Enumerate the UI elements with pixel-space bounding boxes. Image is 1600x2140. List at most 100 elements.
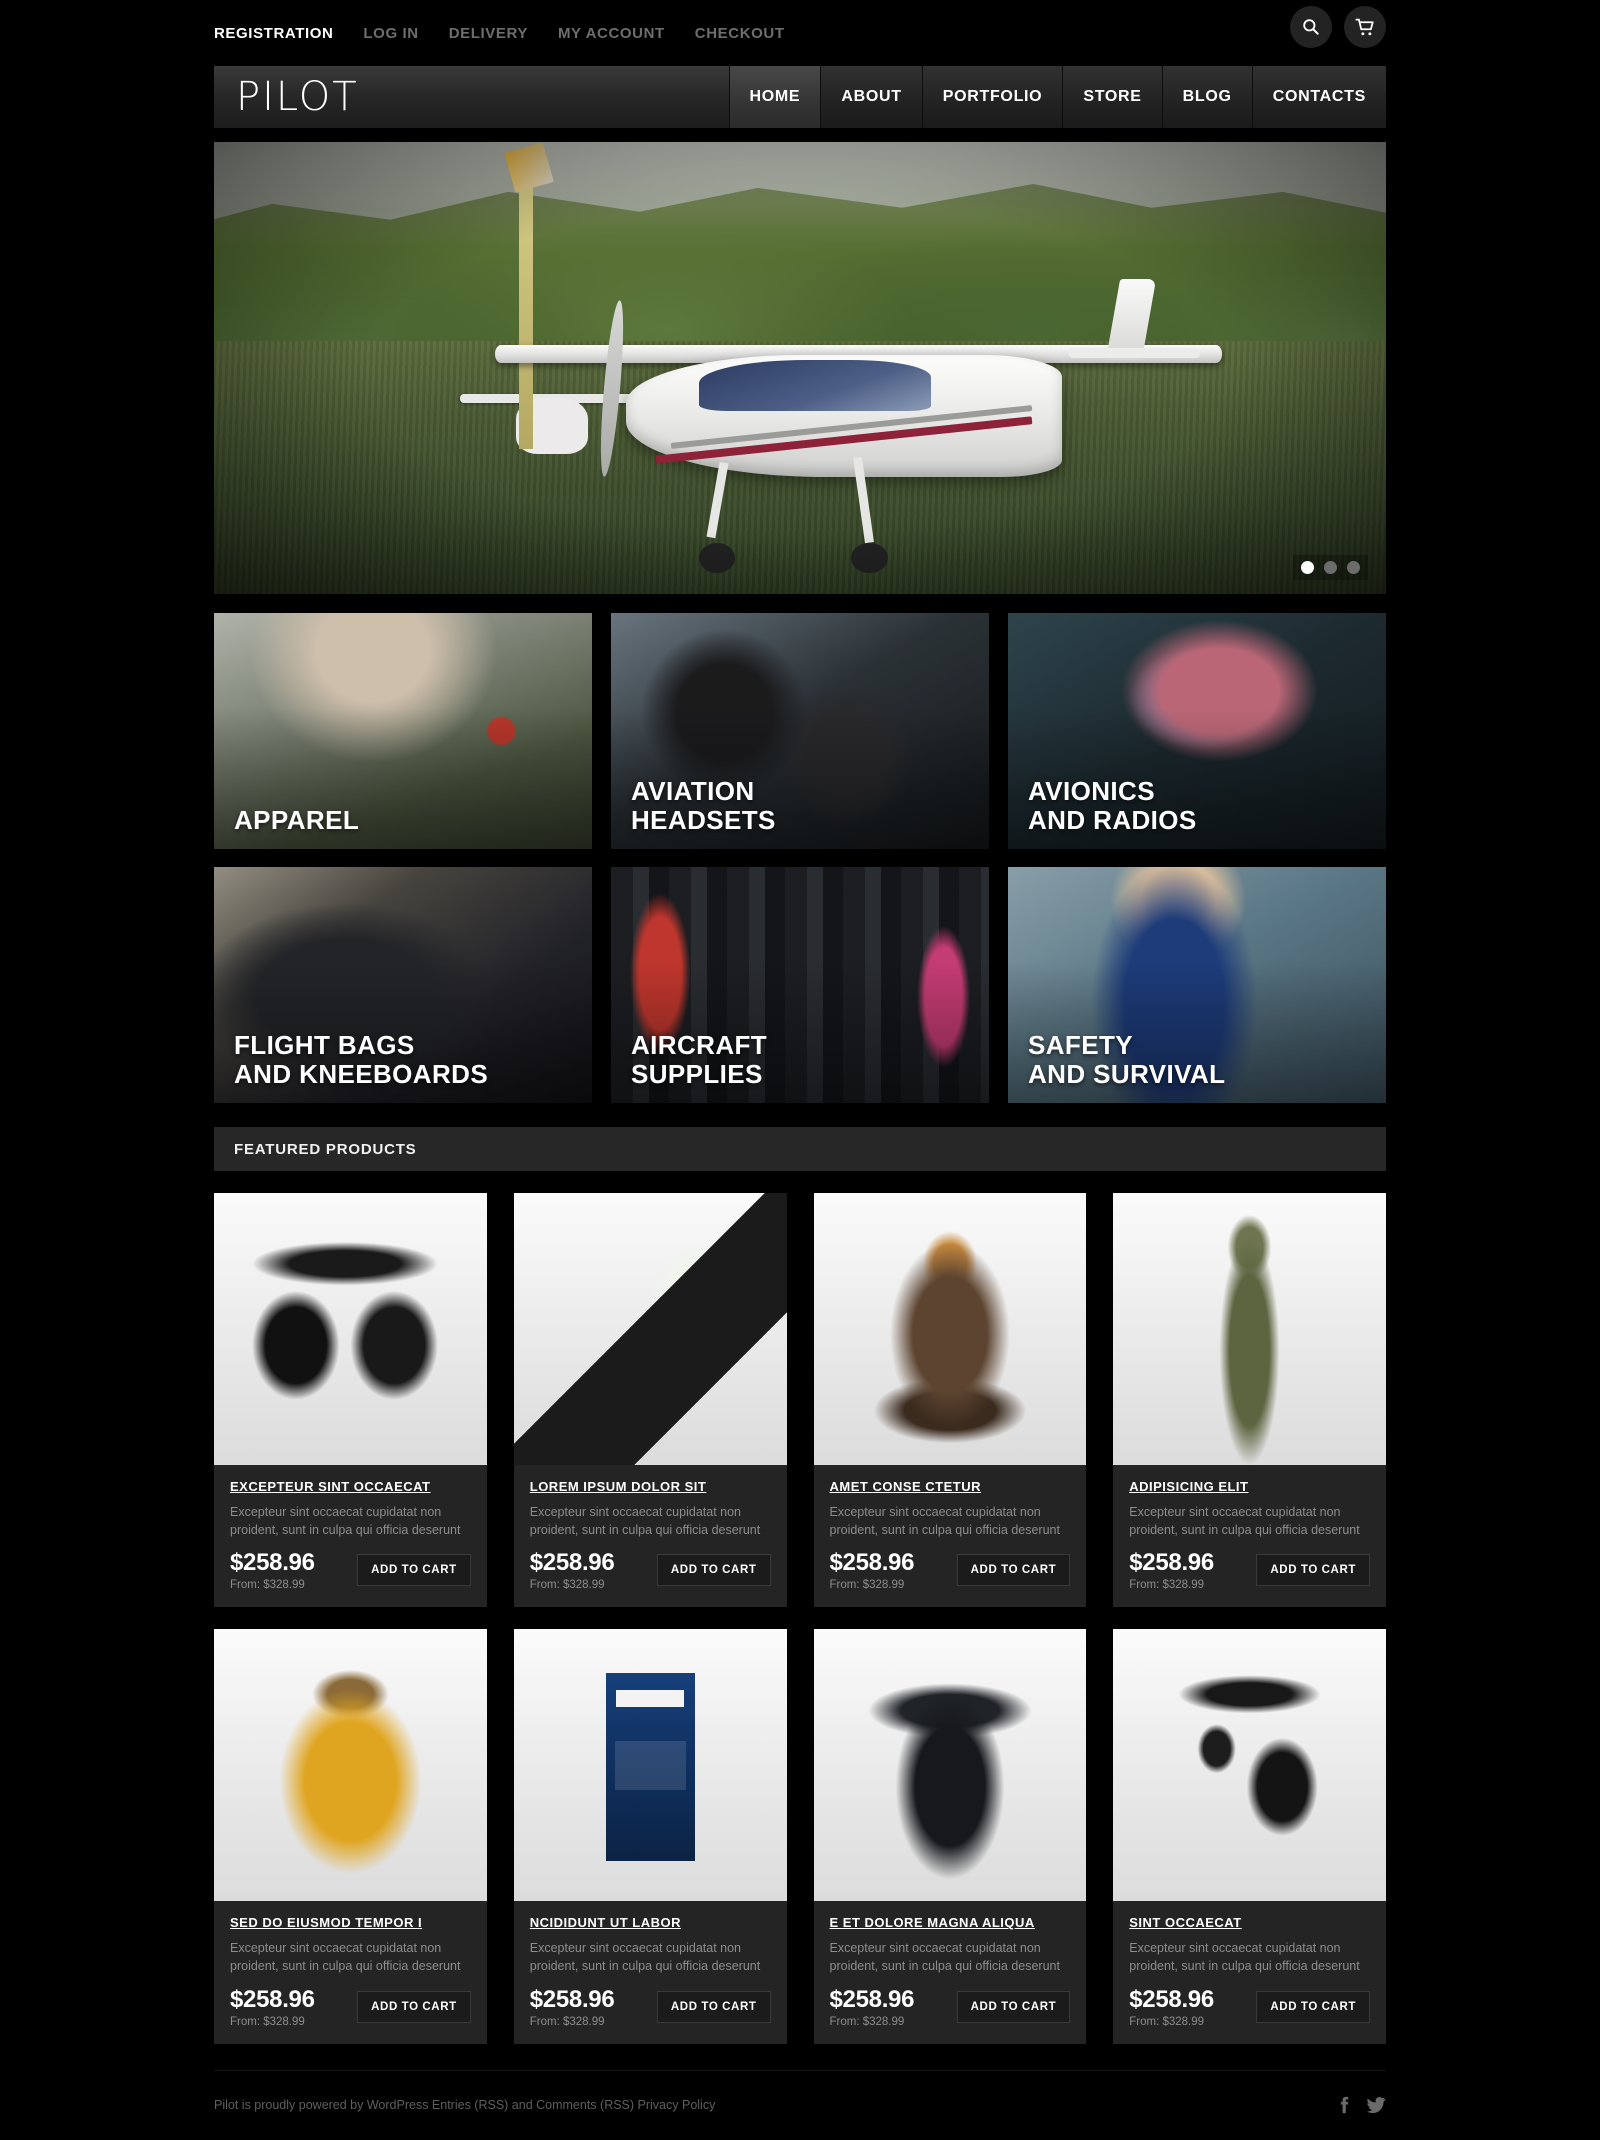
cart-button[interactable]	[1344, 6, 1386, 48]
product-info: EXCEPTEUR SINT OCCAECAT Excepteur sint o…	[214, 1465, 487, 1607]
category-label: AVIONICS AND RADIOS	[1028, 775, 1197, 835]
product-image[interactable]	[513, 1193, 787, 1465]
product-title[interactable]: LOREM IPSUM DOLOR SIT	[530, 1479, 771, 1494]
product-info: AMET CONSE CTETUR Excepteur sint occaeca…	[814, 1465, 1087, 1607]
nav-item-portfolio[interactable]: PORTFOLIO	[921, 66, 1063, 128]
product-grid: EXCEPTEUR SINT OCCAECAT Excepteur sint o…	[214, 1193, 1386, 2044]
category-tile-apparel[interactable]: APPAREL	[214, 613, 592, 849]
facebook-icon[interactable]	[1336, 2096, 1352, 2114]
product-title[interactable]: SINT OCCAECAT	[1129, 1915, 1370, 1930]
cart-icon	[1354, 18, 1374, 35]
add-to-cart-button[interactable]: ADD TO CART	[656, 1990, 771, 2023]
add-to-cart-button[interactable]: ADD TO CART	[357, 1554, 471, 1587]
search-icon	[1303, 19, 1319, 35]
add-to-cart-button[interactable]: ADD TO CART	[956, 1990, 1071, 2023]
slider-dot-2[interactable]	[1324, 561, 1337, 574]
logo[interactable]: PILOT	[214, 66, 729, 128]
product-card: EXCEPTEUR SINT OCCAECAT Excepteur sint o…	[214, 1193, 487, 1608]
product-description: Excepteur sint occaecat cupidatat non pr…	[1129, 1505, 1360, 1538]
product-price-from: From: $328.99	[829, 2015, 905, 2028]
top-bar: REGISTRATION LOG IN DELIVERY MY ACCOUNT CHEC…	[0, 0, 1600, 66]
nav-item-store[interactable]: STORE	[1062, 66, 1162, 128]
add-to-cart-button[interactable]: ADD TO CART	[956, 1554, 1071, 1587]
main-navigation: HOME ABOUT PORTFOLIO STORE BLOG CONTACTS	[728, 66, 1386, 128]
category-tile-safety[interactable]: SAFETY AND SURVIVAL	[1008, 867, 1386, 1103]
product-image[interactable]	[813, 1629, 1087, 1902]
category-tiles: APPAREL AVIATION HEADSETS AVIONICS AND R…	[214, 613, 1386, 1103]
product-card: NCIDIDUNT UT LABOR Excepteur sint occaec…	[513, 1629, 787, 2044]
category-tile-aviation[interactable]: AVIATION HEADSETS	[611, 613, 989, 849]
hero-slider[interactable]	[214, 142, 1386, 594]
product-card: ADIPISICING ELIT Excepteur sint occaecat…	[1113, 1193, 1386, 1608]
product-title[interactable]: EXCEPTEUR SINT OCCAECAT	[230, 1479, 471, 1494]
top-link-delivery[interactable]: DELIVERY	[449, 25, 528, 42]
product-info: SINT OCCAECAT Excepteur sint occaecat cu…	[1113, 1901, 1386, 2043]
product-price-from: From: $328.99	[230, 2015, 305, 2028]
product-description: Excepteur sint occaecat cupidatat non pr…	[230, 1941, 461, 1974]
product-title[interactable]: SED DO EIUSMOD TEMPOR I	[230, 1915, 471, 1930]
slider-dot-3[interactable]	[1347, 561, 1360, 574]
product-price-from: From: $328.99	[230, 1579, 305, 1592]
site-header: PILOT HOME ABOUT PORTFOLIO STORE BLOG CONTACT…	[214, 66, 1386, 128]
product-price: $258.96	[230, 1549, 315, 1577]
nav-item-contacts[interactable]: CONTACTS	[1251, 66, 1386, 128]
top-icons	[1290, 6, 1386, 48]
top-link-log-in[interactable]: LOG IN	[363, 25, 418, 42]
product-price-from: From: $328.99	[1129, 1579, 1205, 1592]
nav-item-home[interactable]: HOME	[728, 66, 821, 128]
product-pricing: $258.96 From: $328.99	[529, 1987, 615, 2028]
add-to-cart-button[interactable]: ADD TO CART	[1256, 1554, 1370, 1587]
product-footer: $258.96 From: $328.99 ADD TO CART	[230, 1551, 471, 1591]
nav-item-blog[interactable]: BLOG	[1161, 66, 1252, 128]
product-price: $258.96	[829, 1549, 915, 1577]
category-tile-avionics[interactable]: AVIONICS AND RADIOS	[1008, 613, 1386, 849]
top-link-registration[interactable]: REGISTRATION	[214, 25, 333, 42]
product-description: Excepteur sint occaecat cupidatat non pr…	[529, 1505, 761, 1538]
product-image[interactable]	[1113, 1193, 1386, 1465]
add-to-cart-button[interactable]: ADD TO CART	[1256, 1990, 1370, 2023]
nav-item-about[interactable]: ABOUT	[820, 66, 922, 128]
product-image[interactable]	[813, 1193, 1087, 1465]
twitter-icon[interactable]	[1366, 2096, 1386, 2114]
product-info: E ET DOLORE MAGNA ALIQUA Excepteur sint …	[814, 1901, 1087, 2043]
product-description: Excepteur sint occaecat cupidatat non pr…	[529, 1941, 761, 1974]
product-card: AMET CONSE CTETUR Excepteur sint occaeca…	[813, 1193, 1087, 1608]
product-pricing: $258.96 From: $328.99	[1129, 1551, 1214, 1592]
product-card: SINT OCCAECAT Excepteur sint occaecat cu…	[1113, 1629, 1386, 2044]
product-title[interactable]: ADIPISICING ELIT	[1129, 1479, 1370, 1494]
product-price-from: From: $328.99	[1129, 2015, 1205, 2028]
top-link-checkout[interactable]: CHECKOUT	[695, 25, 785, 42]
product-pricing: $258.96 From: $328.99	[829, 1549, 915, 1592]
product-footer: $258.96 From: $328.99 ADD TO CART	[530, 1551, 771, 1591]
top-link-my-account[interactable]: MY ACCOUNT	[558, 25, 665, 42]
product-title[interactable]: AMET CONSE CTETUR	[830, 1479, 1071, 1494]
product-title[interactable]: NCIDIDUNT UT LABOR	[530, 1915, 771, 1930]
add-to-cart-button[interactable]: ADD TO CART	[357, 1990, 471, 2023]
product-price: $258.96	[230, 1985, 315, 2013]
category-label: APPAREL	[234, 804, 360, 835]
product-description: Excepteur sint occaecat cupidatat non pr…	[1129, 1941, 1360, 1974]
footer-credit: Pilot is proudly powered by WordPress En…	[214, 2098, 716, 2112]
hero-vignette	[214, 142, 1386, 594]
search-button[interactable]	[1290, 6, 1332, 48]
product-info: NCIDIDUNT UT LABOR Excepteur sint occaec…	[514, 1901, 787, 2043]
product-image[interactable]	[214, 1629, 487, 1902]
product-pricing: $258.96 From: $328.99	[829, 1987, 915, 2028]
product-footer: $258.96 From: $328.99 ADD TO CART	[830, 1551, 1071, 1591]
slider-dot-1[interactable]	[1301, 561, 1314, 574]
product-image[interactable]	[513, 1629, 787, 1902]
add-to-cart-button[interactable]: ADD TO CART	[656, 1554, 771, 1587]
product-image[interactable]	[214, 1193, 487, 1465]
product-description: Excepteur sint occaecat cupidatat non pr…	[829, 1505, 1060, 1538]
product-title[interactable]: E ET DOLORE MAGNA ALIQUA	[830, 1915, 1071, 1930]
product-footer: $258.96 From: $328.99 ADD TO CART	[1129, 1551, 1370, 1591]
product-price-from: From: $328.99	[529, 2015, 605, 2028]
product-description: Excepteur sint occaecat cupidatat non pr…	[230, 1505, 461, 1538]
category-tile-flight-bags[interactable]: FLIGHT BAGS AND KNEEBOARDS	[214, 867, 592, 1103]
social-links	[1336, 2096, 1386, 2114]
product-image[interactable]	[1113, 1629, 1386, 1902]
product-card: E ET DOLORE MAGNA ALIQUA Excepteur sint …	[813, 1629, 1087, 2044]
category-tile-aircraft[interactable]: AIRCRAFT SUPPLIES	[611, 867, 989, 1103]
product-pricing: $258.96 From: $328.99	[530, 1551, 615, 1592]
product-pricing: $258.96 From: $328.99	[1129, 1987, 1214, 2028]
